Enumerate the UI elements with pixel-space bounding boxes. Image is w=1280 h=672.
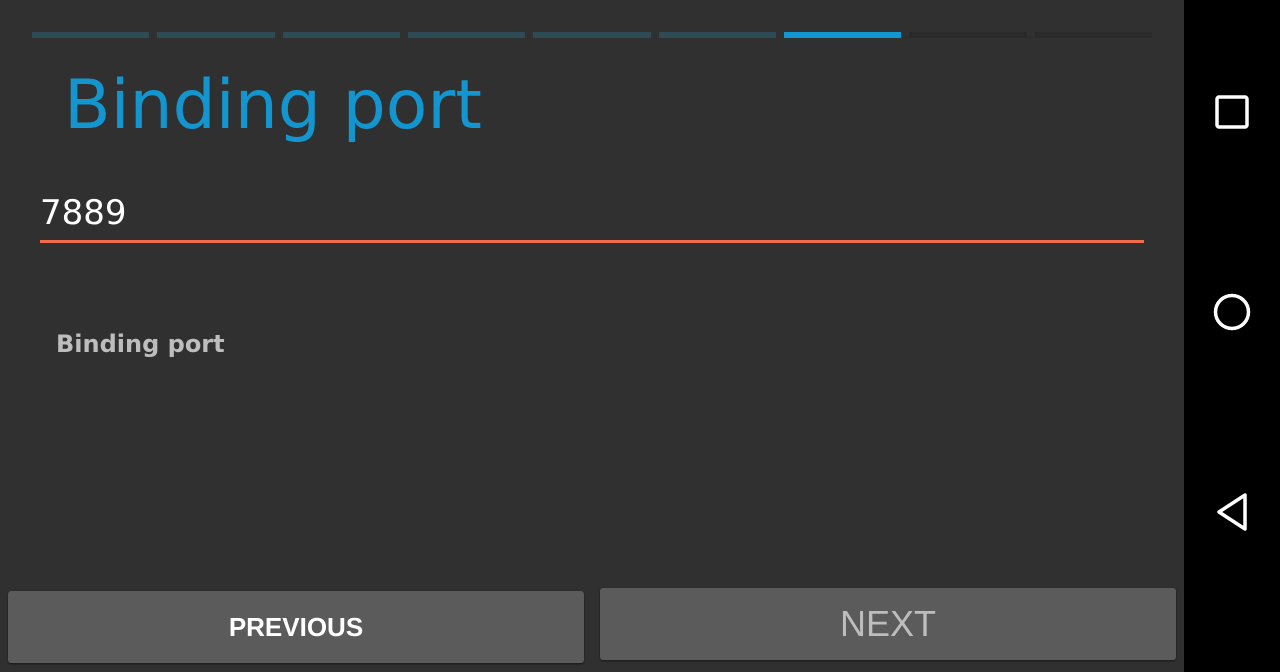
home-button[interactable] [1184, 264, 1280, 360]
progress-segment-7-current [784, 32, 901, 38]
screen: Binding port Binding port PREVIOUS NEXT [0, 0, 1280, 672]
progress-segment-6 [659, 32, 776, 38]
recents-button[interactable] [1184, 64, 1280, 160]
progress-segment-4 [408, 32, 525, 38]
progress-segment-1 [32, 32, 149, 38]
wizard-content: Binding port Binding port PREVIOUS NEXT [0, 0, 1184, 672]
port-field [40, 186, 1144, 244]
back-button[interactable] [1184, 464, 1280, 560]
field-description: Binding port [56, 330, 225, 358]
recents-icon [1215, 95, 1249, 129]
progress-segment-2 [157, 32, 275, 38]
progress-segment-9 [1035, 32, 1152, 38]
previous-button[interactable]: PREVIOUS [8, 591, 584, 663]
progress-segment-5 [533, 32, 651, 38]
step-progress-bar [32, 32, 1152, 38]
home-icon [1213, 293, 1251, 331]
back-icon [1217, 493, 1247, 531]
progress-segment-3 [283, 32, 400, 38]
system-navigation-bar [1184, 0, 1280, 672]
next-button[interactable]: NEXT [600, 588, 1176, 660]
port-input[interactable] [40, 186, 1144, 243]
page-title: Binding port [64, 66, 482, 145]
progress-segment-8 [909, 32, 1027, 38]
